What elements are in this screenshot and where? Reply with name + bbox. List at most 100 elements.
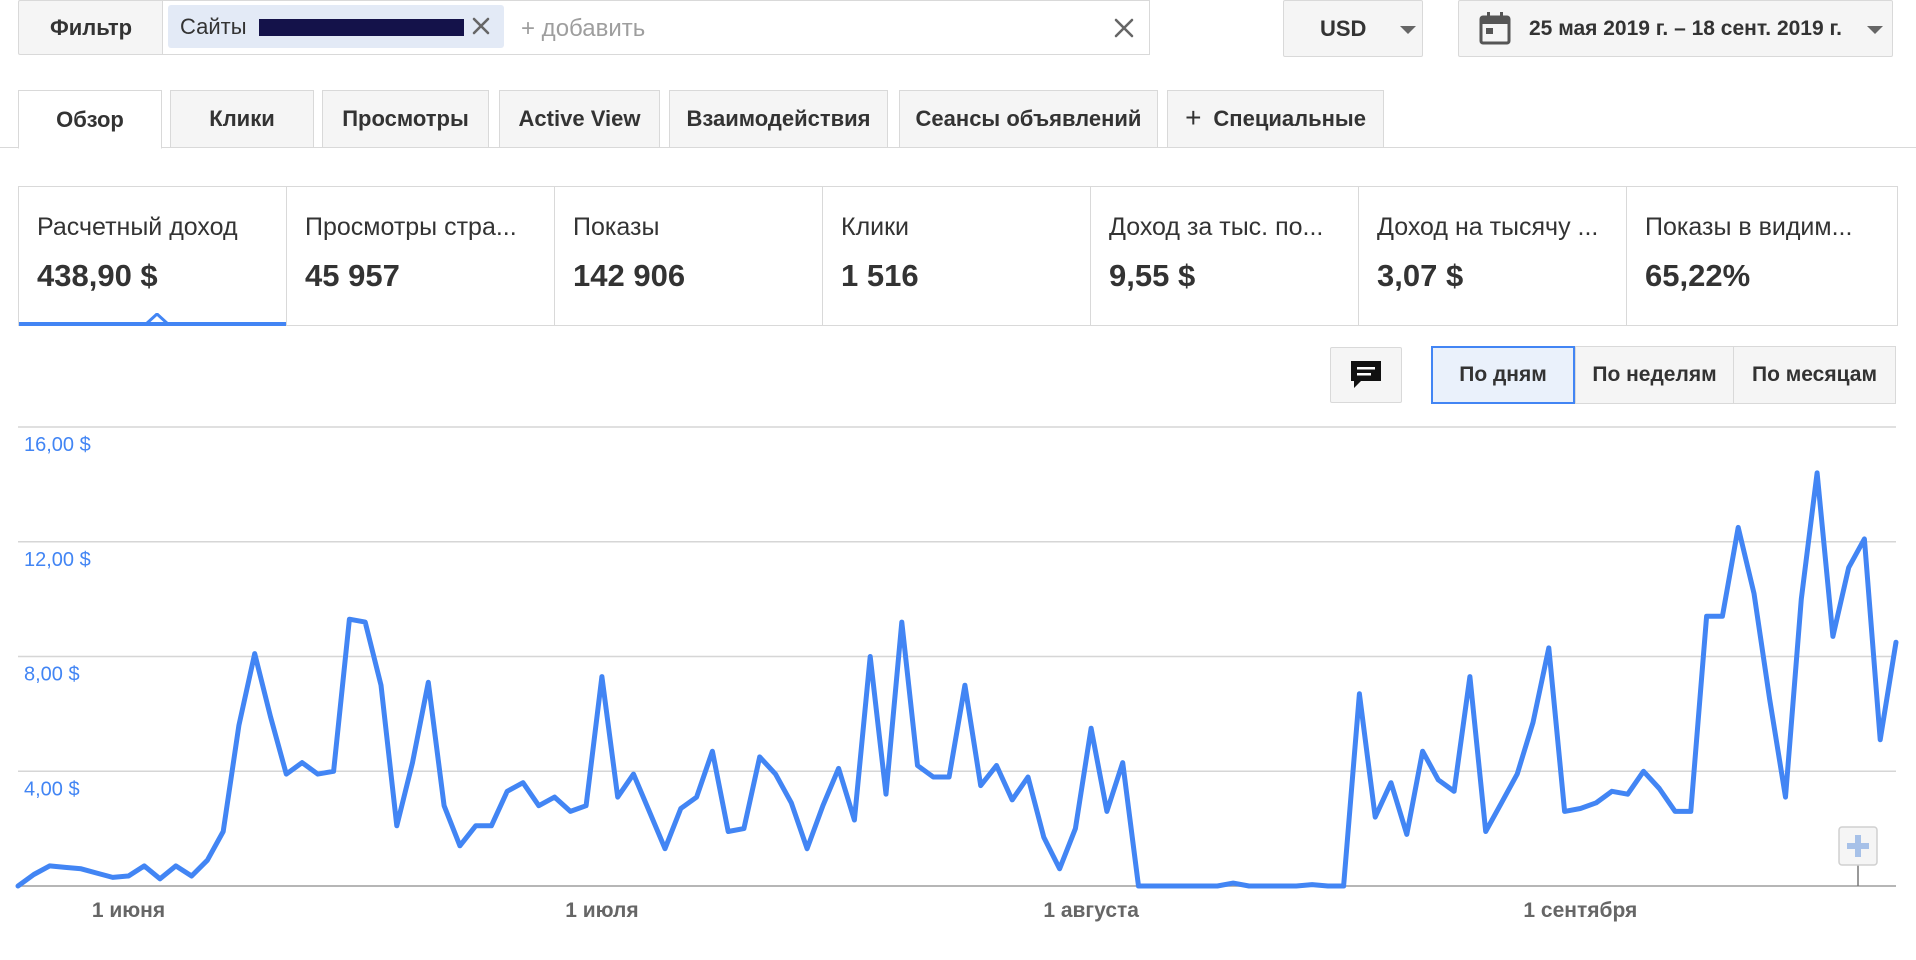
- data-point[interactable]: [1340, 882, 1348, 890]
- metric-page-views[interactable]: Просмотры стра... 45 957: [287, 187, 555, 325]
- data-point[interactable]: [267, 713, 275, 721]
- data-point[interactable]: [1892, 638, 1900, 646]
- metric-page-rpm[interactable]: Доход за тыс. по... 9,55 $: [1091, 187, 1359, 325]
- data-point[interactable]: [1324, 882, 1332, 890]
- data-point[interactable]: [1403, 830, 1411, 838]
- tab-interactions[interactable]: Взаимодействия: [669, 90, 888, 148]
- data-point[interactable]: [661, 845, 669, 853]
- data-point[interactable]: [1750, 589, 1758, 597]
- data-point[interactable]: [1639, 767, 1647, 775]
- data-point[interactable]: [535, 802, 543, 810]
- chip-remove-icon[interactable]: [468, 13, 494, 39]
- data-point[interactable]: [30, 871, 38, 879]
- data-point[interactable]: [566, 807, 574, 815]
- data-point[interactable]: [693, 793, 701, 801]
- series-line[interactable]: [15, 470, 1899, 889]
- data-point[interactable]: [1655, 784, 1663, 792]
- granularity-daily-button[interactable]: По дням: [1431, 346, 1575, 404]
- filter-chip[interactable]: Сайты: [168, 5, 504, 48]
- data-point[interactable]: [93, 869, 101, 877]
- metric-impressions[interactable]: Показы 142 906: [555, 187, 823, 325]
- tab-views[interactable]: Просмотры: [322, 90, 489, 148]
- filter-input-box[interactable]: Сайты + добавить: [162, 0, 1150, 55]
- data-point[interactable]: [1561, 807, 1569, 815]
- data-point[interactable]: [914, 762, 922, 770]
- data-point[interactable]: [1482, 827, 1490, 835]
- data-point[interactable]: [598, 673, 606, 681]
- data-point[interactable]: [330, 767, 338, 775]
- data-point[interactable]: [1782, 793, 1790, 801]
- filter-button[interactable]: Фильтр: [18, 0, 163, 55]
- data-point[interactable]: [629, 770, 637, 778]
- data-point[interactable]: [677, 805, 685, 813]
- data-point[interactable]: [756, 753, 764, 761]
- metric-impression-rpm[interactable]: Доход на тысячу ... 3,07 $: [1359, 187, 1627, 325]
- tab-clicks[interactable]: Клики: [170, 90, 314, 148]
- currency-select[interactable]: USD: [1283, 0, 1423, 57]
- tab-active-view[interactable]: Active View: [499, 90, 660, 148]
- data-point[interactable]: [1134, 882, 1142, 890]
- data-point[interactable]: [1845, 564, 1853, 572]
- data-point[interactable]: [456, 842, 464, 850]
- data-point[interactable]: [708, 747, 716, 755]
- data-point[interactable]: [1166, 882, 1174, 890]
- data-point[interactable]: [377, 681, 385, 689]
- data-point[interactable]: [1545, 644, 1553, 652]
- granularity-weekly-button[interactable]: По неделям: [1575, 346, 1734, 404]
- data-point[interactable]: [772, 770, 780, 778]
- data-point[interactable]: [1355, 690, 1363, 698]
- data-point[interactable]: [409, 759, 417, 767]
- data-point[interactable]: [787, 799, 795, 807]
- data-point[interactable]: [172, 862, 180, 870]
- data-point[interactable]: [614, 793, 622, 801]
- data-point[interactable]: [235, 721, 243, 729]
- data-point[interactable]: [1387, 779, 1395, 787]
- data-point[interactable]: [977, 782, 985, 790]
- data-point[interactable]: [866, 653, 874, 661]
- data-point[interactable]: [645, 807, 653, 815]
- data-point[interactable]: [1261, 882, 1269, 890]
- data-point[interactable]: [945, 773, 953, 781]
- data-point[interactable]: [1497, 799, 1505, 807]
- data-point[interactable]: [156, 875, 164, 883]
- add-annotation-icon[interactable]: [1838, 826, 1878, 866]
- data-point[interactable]: [882, 790, 890, 798]
- data-point[interactable]: [61, 863, 69, 871]
- data-point[interactable]: [1466, 673, 1474, 681]
- data-point[interactable]: [1182, 882, 1190, 890]
- data-point[interactable]: [472, 822, 480, 830]
- data-point[interactable]: [582, 802, 590, 810]
- data-point[interactable]: [1119, 759, 1127, 767]
- data-point[interactable]: [109, 873, 117, 881]
- data-point[interactable]: [1860, 535, 1868, 543]
- data-point[interactable]: [803, 845, 811, 853]
- data-point[interactable]: [835, 764, 843, 772]
- data-point[interactable]: [393, 822, 401, 830]
- data-point[interactable]: [961, 681, 969, 689]
- data-point[interactable]: [1229, 879, 1237, 887]
- data-point[interactable]: [1056, 865, 1064, 873]
- data-point[interactable]: [1876, 736, 1884, 744]
- data-point[interactable]: [188, 872, 196, 880]
- metric-clicks[interactable]: Клики 1 516: [823, 187, 1091, 325]
- annotations-button[interactable]: [1330, 347, 1402, 403]
- data-point[interactable]: [1576, 805, 1584, 813]
- data-point[interactable]: [1308, 881, 1316, 889]
- data-point[interactable]: [1024, 773, 1032, 781]
- data-point[interactable]: [1292, 882, 1300, 890]
- data-point[interactable]: [440, 802, 448, 810]
- data-point[interactable]: [1813, 469, 1821, 477]
- data-point[interactable]: [1513, 770, 1521, 778]
- data-point[interactable]: [1608, 787, 1616, 795]
- data-point[interactable]: [898, 618, 906, 626]
- data-point[interactable]: [124, 872, 132, 880]
- data-point[interactable]: [1213, 882, 1221, 890]
- clear-filter-icon[interactable]: [1111, 15, 1137, 41]
- data-point[interactable]: [551, 793, 559, 801]
- data-point[interactable]: [1150, 882, 1158, 890]
- data-point[interactable]: [1245, 882, 1253, 890]
- data-point[interactable]: [1277, 882, 1285, 890]
- data-point[interactable]: [503, 787, 511, 795]
- tab-ad-sessions[interactable]: Сеансы объявлений: [899, 90, 1158, 148]
- data-point[interactable]: [219, 827, 227, 835]
